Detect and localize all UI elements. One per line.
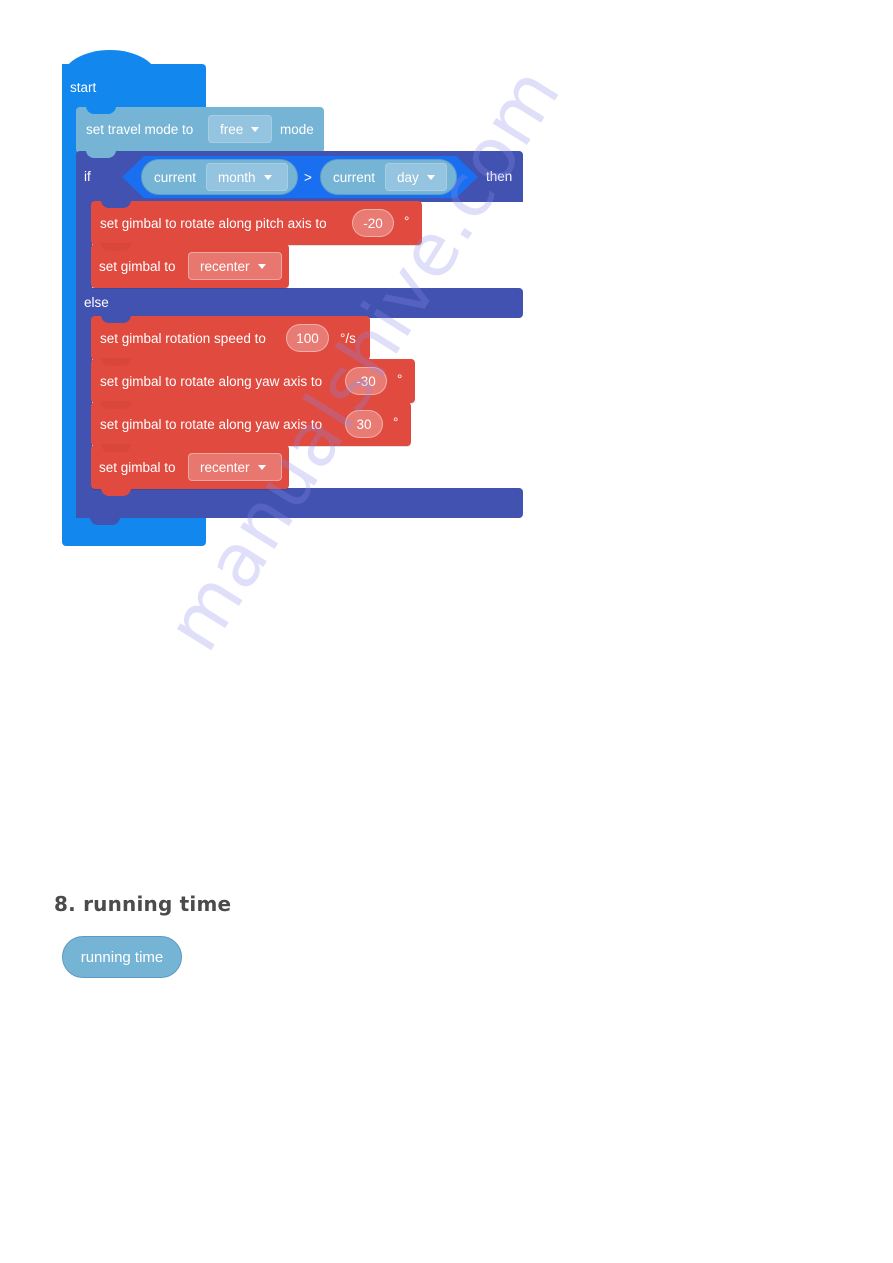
dropdown-value: recenter xyxy=(200,258,250,274)
block-notch xyxy=(101,401,131,409)
set-travel-mode-block[interactable]: set travel mode to free mode xyxy=(76,106,324,153)
current-month-reporter[interactable]: current month xyxy=(141,159,298,195)
block-notch xyxy=(101,444,131,452)
if-block-footer xyxy=(76,488,523,525)
start-label: start xyxy=(70,80,97,95)
else-label: else xyxy=(84,295,109,310)
gimbal-pitch-block[interactable]: set gimbal to rotate along pitch axis to… xyxy=(91,200,422,245)
speed-unit: °/s xyxy=(340,331,356,346)
caret-down-icon xyxy=(257,464,266,470)
current-day-reporter[interactable]: current day xyxy=(320,159,457,195)
running-time-block[interactable]: running time xyxy=(62,936,182,978)
caret-down-icon xyxy=(257,263,266,269)
degree-unit: ° xyxy=(404,214,410,229)
reporter-label: current xyxy=(154,170,197,185)
travel-mode-value: free xyxy=(220,121,244,137)
gimbal-recenter-block[interactable]: set gimbal to recenter xyxy=(91,444,289,496)
degree-unit: ° xyxy=(393,415,399,430)
section-heading: 8. running time xyxy=(54,892,232,916)
block-text: set gimbal to rotate along yaw axis to xyxy=(100,374,323,389)
travel-mode-suffix: mode xyxy=(280,122,314,137)
speed-input[interactable]: 100 xyxy=(286,324,329,352)
block-notch xyxy=(101,358,131,366)
travel-mode-dropdown[interactable]: free xyxy=(208,115,272,143)
block-notch xyxy=(86,106,116,114)
month-dropdown[interactable]: month xyxy=(206,163,288,191)
block-text: set gimbal rotation speed to xyxy=(100,331,266,346)
gimbal-speed-block[interactable]: set gimbal rotation speed to 100 °/s xyxy=(91,315,370,360)
day-dropdown[interactable]: day xyxy=(385,163,447,191)
yaw-angle-input[interactable]: -30 xyxy=(345,367,387,395)
pitch-angle-input[interactable]: -20 xyxy=(352,209,394,237)
if-label: if xyxy=(84,169,91,184)
gimbal-mode-dropdown[interactable]: recenter xyxy=(188,252,282,280)
start-block-footer xyxy=(62,516,206,546)
dropdown-value: day xyxy=(397,169,419,185)
if-block-spine xyxy=(76,200,92,518)
dropdown-value: month xyxy=(218,169,256,185)
travel-mode-prefix: set travel mode to xyxy=(86,122,194,137)
block-notch xyxy=(101,200,131,208)
block-text: set gimbal to xyxy=(99,259,176,274)
else-divider: else xyxy=(76,288,523,318)
manual-page: start set travel mode to free mode if th… xyxy=(0,0,893,1263)
block-notch xyxy=(101,315,131,323)
block-text: set gimbal to rotate along pitch axis to xyxy=(100,216,327,231)
gimbal-mode-dropdown[interactable]: recenter xyxy=(188,453,282,481)
then-label: then xyxy=(486,169,513,184)
yaw-angle-input[interactable]: 30 xyxy=(345,410,383,438)
block-notch xyxy=(101,243,131,251)
gimbal-yaw-block[interactable]: set gimbal to rotate along yaw axis to -… xyxy=(91,358,415,403)
reporter-label: current xyxy=(333,170,376,185)
caret-down-icon xyxy=(263,174,272,180)
block-notch xyxy=(101,488,131,496)
block-text: set gimbal to rotate along yaw axis to xyxy=(100,417,323,432)
block-notch xyxy=(90,517,120,525)
gimbal-yaw-block[interactable]: set gimbal to rotate along yaw axis to 3… xyxy=(91,401,411,446)
caret-down-icon xyxy=(426,174,435,180)
dropdown-value: recenter xyxy=(200,459,250,475)
block-notch xyxy=(86,150,116,158)
greater-than-operator: > xyxy=(304,170,312,185)
degree-unit: ° xyxy=(397,372,403,387)
caret-down-icon xyxy=(251,126,260,132)
gimbal-recenter-block[interactable]: set gimbal to recenter xyxy=(91,243,289,288)
block-text: set gimbal to xyxy=(99,460,176,475)
start-block-header[interactable]: start xyxy=(62,64,206,108)
